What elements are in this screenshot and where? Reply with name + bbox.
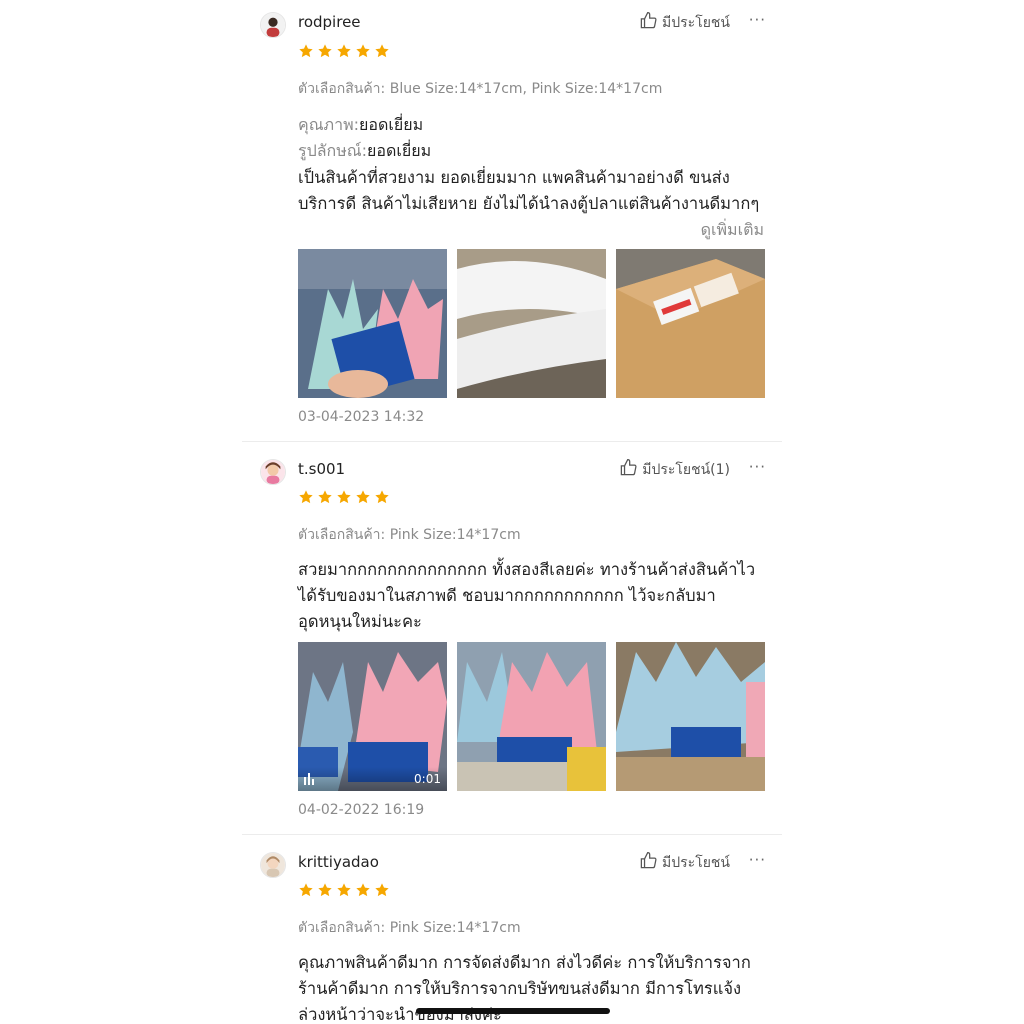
review-photo[interactable] (457, 642, 606, 791)
look-label: รูปลักษณ์: (298, 141, 368, 160)
variant-text: ตัวเลือกสินค้า: Pink Size:14*17cm (298, 920, 521, 936)
star-icon (355, 43, 371, 63)
video-icon (304, 773, 314, 785)
star-icon (298, 43, 314, 63)
star-icon (336, 43, 352, 63)
star-rating (298, 489, 390, 509)
look-attribute: รูปลักษณ์:ยอดเยี่ยม (298, 139, 431, 164)
star-icon (317, 43, 333, 63)
look-value: ยอดเยี่ยม (367, 141, 432, 160)
divider (242, 834, 782, 835)
reviewer-name[interactable]: t.s001 (298, 460, 345, 478)
star-icon (317, 882, 333, 902)
quality-attribute: คุณภาพ:ยอดเยี่ยม (298, 113, 423, 138)
review-card: t.s001 มีประโยชน์(1) ··· ตัวเลือกสินค้า:… (242, 447, 782, 833)
video-duration: 0:01 (414, 772, 441, 786)
helpful-label: มีประโยชน์(1) (642, 461, 730, 478)
star-icon (374, 43, 390, 63)
star-icon (298, 489, 314, 509)
avatar[interactable] (260, 459, 286, 485)
review-photos (298, 249, 765, 398)
star-icon (336, 489, 352, 509)
quality-label: คุณภาพ: (298, 115, 360, 134)
divider (242, 441, 782, 442)
helpful-button[interactable]: มีประโยชน์ (639, 851, 730, 874)
more-dots-icon[interactable]: ··· (749, 11, 766, 29)
review-video[interactable]: 0:01 (298, 642, 447, 791)
helpful-label: มีประโยชน์ (662, 854, 730, 871)
helpful-label: มีประโยชน์ (662, 14, 730, 31)
review-card: krittiyadao มีประโยชน์ ··· ตัวเลือกสินค้… (242, 840, 782, 1024)
review-photo[interactable] (298, 249, 447, 398)
helpful-button[interactable]: มีประโยชน์(1) (619, 458, 730, 481)
helpful-button[interactable]: มีประโยชน์ (639, 11, 730, 34)
review-date: 03-04-2023 14:32 (298, 409, 425, 425)
star-icon (298, 882, 314, 902)
thumbs-up-icon (639, 11, 658, 34)
more-dots-icon[interactable]: ··· (749, 458, 766, 476)
star-icon (317, 489, 333, 509)
thumbs-up-icon (619, 458, 638, 481)
video-overlay: 0:01 (298, 767, 447, 791)
review-photo[interactable] (457, 249, 606, 398)
thumbs-up-icon (639, 851, 658, 874)
reviewer-name[interactable]: krittiyadao (298, 853, 379, 871)
review-photos: 0:01 (298, 642, 765, 791)
variant-text: ตัวเลือกสินค้า: Pink Size:14*17cm (298, 527, 521, 543)
star-icon (374, 489, 390, 509)
avatar[interactable] (260, 12, 286, 38)
review-card: rodpiree มีประโยชน์ ··· ตัวเลือกสินค้า: … (242, 0, 782, 440)
home-indicator[interactable] (416, 1008, 610, 1014)
star-icon (336, 882, 352, 902)
more-dots-icon[interactable]: ··· (749, 851, 766, 869)
quality-value: ยอดเยี่ยม (359, 115, 424, 134)
review-photo[interactable] (616, 249, 765, 398)
review-text: เป็นสินค้าที่สวยงาม ยอดเยี่ยมมาก แพคสินค… (298, 168, 760, 213)
review-date: 04-02-2022 16:19 (298, 802, 425, 818)
variant-text: ตัวเลือกสินค้า: Blue Size:14*17cm, Pink … (298, 81, 663, 97)
see-more-link[interactable]: ดูเพิ่มเติม (701, 218, 764, 243)
star-rating (298, 43, 390, 63)
star-icon (355, 882, 371, 902)
review-photo[interactable] (616, 642, 765, 791)
star-icon (355, 489, 371, 509)
star-icon (374, 882, 390, 902)
reviewer-name[interactable]: rodpiree (298, 13, 361, 31)
avatar[interactable] (260, 852, 286, 878)
review-text: สวยมากกกกกกกกกกกกกก ทั้งสองสีเลยค่ะ ทางร… (298, 560, 756, 631)
star-rating (298, 882, 390, 902)
